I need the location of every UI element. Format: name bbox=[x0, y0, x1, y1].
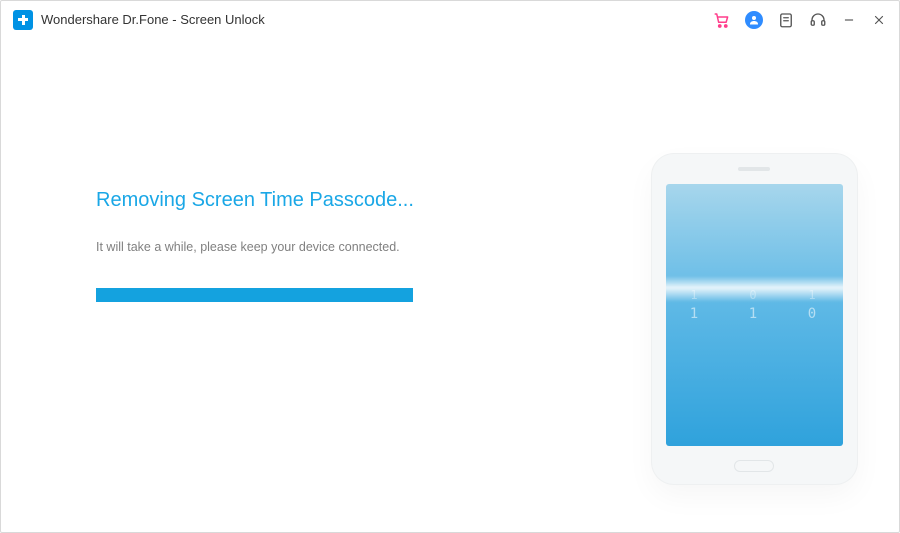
progress-bar bbox=[96, 288, 576, 302]
digit: 1 bbox=[808, 288, 817, 302]
cart-icon[interactable] bbox=[713, 11, 731, 29]
phone-speaker bbox=[738, 167, 770, 171]
progress-fill bbox=[96, 288, 413, 302]
titlebar: Wondershare Dr.Fone - Screen Unlock bbox=[1, 1, 899, 39]
app-logo-icon bbox=[13, 10, 33, 30]
digit: 0 bbox=[808, 306, 818, 322]
close-button[interactable] bbox=[871, 12, 887, 28]
status-title: Removing Screen Time Passcode... bbox=[96, 189, 596, 212]
digit: 1 bbox=[690, 306, 700, 322]
feedback-icon[interactable] bbox=[777, 11, 795, 29]
headset-icon[interactable] bbox=[809, 11, 827, 29]
status-subtext: It will take a while, please keep your d… bbox=[96, 240, 596, 254]
phone-body: 1 0 1 1 1 0 bbox=[652, 154, 857, 484]
app-title: Wondershare Dr.Fone - Screen Unlock bbox=[41, 12, 265, 27]
phone-illustration: 1 0 1 1 1 0 bbox=[639, 139, 869, 499]
digit: 1 bbox=[749, 306, 759, 322]
digit: 0 bbox=[749, 288, 758, 302]
binary-digits-row-1: 1 0 1 bbox=[666, 288, 843, 302]
phone-screen: 1 0 1 1 1 0 bbox=[666, 184, 843, 446]
minimize-button[interactable] bbox=[841, 12, 857, 28]
app-window: Wondershare Dr.Fone - Screen Unlock bbox=[0, 0, 900, 533]
content-area: Removing Screen Time Passcode... It will… bbox=[1, 39, 899, 532]
digit: 1 bbox=[690, 288, 699, 302]
account-icon[interactable] bbox=[745, 11, 763, 29]
phone-home-button bbox=[734, 460, 774, 472]
titlebar-actions bbox=[713, 11, 887, 29]
status-pane: Removing Screen Time Passcode... It will… bbox=[96, 189, 596, 302]
binary-digits-row-2: 1 1 0 bbox=[666, 306, 843, 322]
